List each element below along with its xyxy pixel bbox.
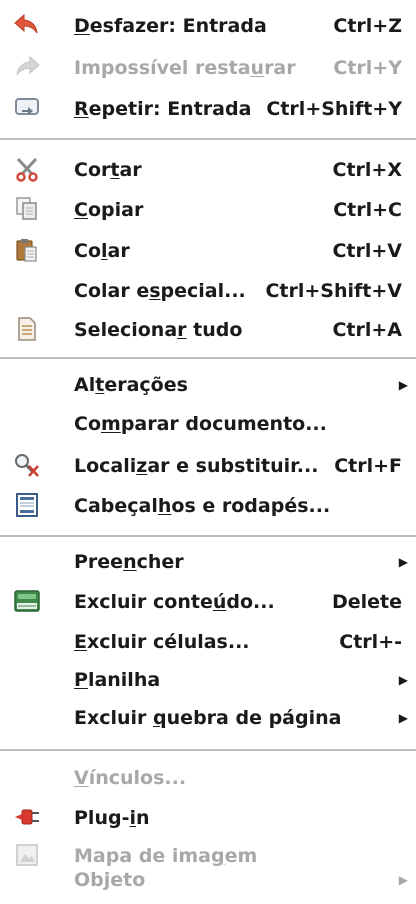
submenu-arrow-icon: ▶ — [398, 378, 408, 392]
menu-item-headers-footers[interactable]: Cabeçalhos e rodapés... — [0, 486, 416, 526]
menu-item-label: Excluir células... — [74, 631, 250, 653]
menu-item-label: Desfazer: Entrada — [74, 15, 267, 37]
menu-item-shortcut: Ctrl+V — [332, 240, 402, 262]
copy-icon — [12, 194, 42, 224]
menu-item-fill[interactable]: Preencher ▶ — [0, 542, 416, 582]
menu-item-label: Comparar documento... — [74, 413, 327, 435]
menu-item-paste[interactable]: Colar Ctrl+V — [0, 231, 416, 271]
menu-item-label: Alterações — [74, 374, 188, 396]
submenu-arrow-icon: ▶ — [398, 555, 408, 569]
separator — [0, 357, 416, 359]
menu-item-label: Objeto — [74, 869, 146, 891]
delete-contents-icon — [12, 586, 42, 616]
undo-icon — [12, 10, 42, 40]
separator — [0, 535, 416, 537]
menu-item-label: Impossível restaurar — [74, 57, 296, 79]
menu-item-label: Selecionar tudo — [74, 319, 243, 341]
menu-item-paste-special[interactable]: Colar especial... Ctrl+Shift+V — [0, 271, 416, 311]
menu-item-label: Preencher — [74, 551, 184, 573]
menu-item-shortcut: Ctrl+X — [332, 159, 402, 181]
submenu-arrow-icon: ▶ — [398, 711, 408, 725]
menu-item-label: Cabeçalhos e rodapés... — [74, 495, 331, 517]
menu-item-copy[interactable]: Copiar Ctrl+C — [0, 190, 416, 230]
menu-item-object[interactable]: Objeto ▶ — [0, 864, 416, 904]
menu-item-shortcut: Ctrl+Y — [333, 57, 402, 79]
menu-item-label: Planilha — [74, 669, 161, 691]
menu-item-delete-cells[interactable]: Excluir células... Ctrl+- — [0, 622, 416, 662]
clipboard-icon — [12, 235, 42, 265]
redo-icon — [12, 52, 42, 82]
menu-item-label: Vínculos... — [74, 767, 187, 789]
menu-item-label: Excluir conteúdo... — [74, 591, 275, 613]
menu-item-label: Localizar e substituir... — [74, 455, 319, 477]
repeat-icon — [12, 93, 42, 123]
menu-item-select-all[interactable]: Selecionar tudo Ctrl+A — [0, 310, 416, 350]
menu-item-shortcut: Ctrl+F — [334, 455, 402, 477]
menu-item-delete-contents[interactable]: Excluir conteúdo... Delete — [0, 582, 416, 622]
menu-item-repeat[interactable]: Repetir: Entrada Ctrl+Shift+Y — [0, 89, 416, 129]
plugin-icon — [12, 802, 42, 832]
menu-item-shortcut: Ctrl+C — [333, 199, 402, 221]
menu-item-label: Excluir quebra de página — [74, 707, 342, 729]
scissors-icon — [12, 154, 42, 184]
menu-item-label: Plug-in — [74, 807, 150, 829]
menu-item-plugin[interactable]: Plug-in — [0, 798, 416, 838]
menu-item-find-replace[interactable]: Localizar e substituir... Ctrl+F — [0, 446, 416, 486]
menu-item-shortcut: Ctrl+Z — [333, 15, 402, 37]
menu-item-label: Colar — [74, 240, 130, 262]
separator — [0, 749, 416, 751]
menu-item-shortcut: Ctrl+- — [339, 631, 402, 653]
menu-item-compare-document[interactable]: Comparar documento... — [0, 404, 416, 444]
menu-item-sheet[interactable]: Planilha ▶ — [0, 660, 416, 700]
menu-item-shortcut: Delete — [331, 591, 402, 613]
find-replace-icon — [12, 450, 42, 480]
headers-footers-icon — [12, 490, 42, 520]
menu-item-links[interactable]: Vínculos... — [0, 758, 416, 798]
submenu-arrow-icon: ▶ — [398, 673, 408, 687]
submenu-arrow-icon: ▶ — [398, 873, 408, 887]
menu-item-label: Colar especial... — [74, 280, 246, 302]
edit-menu: Desfazer: Entrada Ctrl+Z Impossível rest… — [0, 0, 416, 891]
menu-item-label: Repetir: Entrada — [74, 98, 252, 120]
menu-item-cut[interactable]: Cortar Ctrl+X — [0, 150, 416, 190]
separator — [0, 138, 416, 140]
menu-item-delete-page-break[interactable]: Excluir quebra de página ▶ — [0, 698, 416, 738]
menu-item-shortcut: Ctrl+A — [332, 319, 402, 341]
select-all-icon — [12, 314, 42, 344]
menu-item-undo[interactable]: Desfazer: Entrada Ctrl+Z — [0, 6, 416, 46]
menu-item-changes[interactable]: Alterações ▶ — [0, 365, 416, 405]
menu-item-label: Cortar — [74, 159, 142, 181]
menu-item-redo[interactable]: Impossível restaurar Ctrl+Y — [0, 48, 416, 88]
menu-item-shortcut: Ctrl+Shift+Y — [266, 98, 402, 120]
menu-item-shortcut: Ctrl+Shift+V — [265, 280, 402, 302]
menu-item-label: Copiar — [74, 199, 144, 221]
